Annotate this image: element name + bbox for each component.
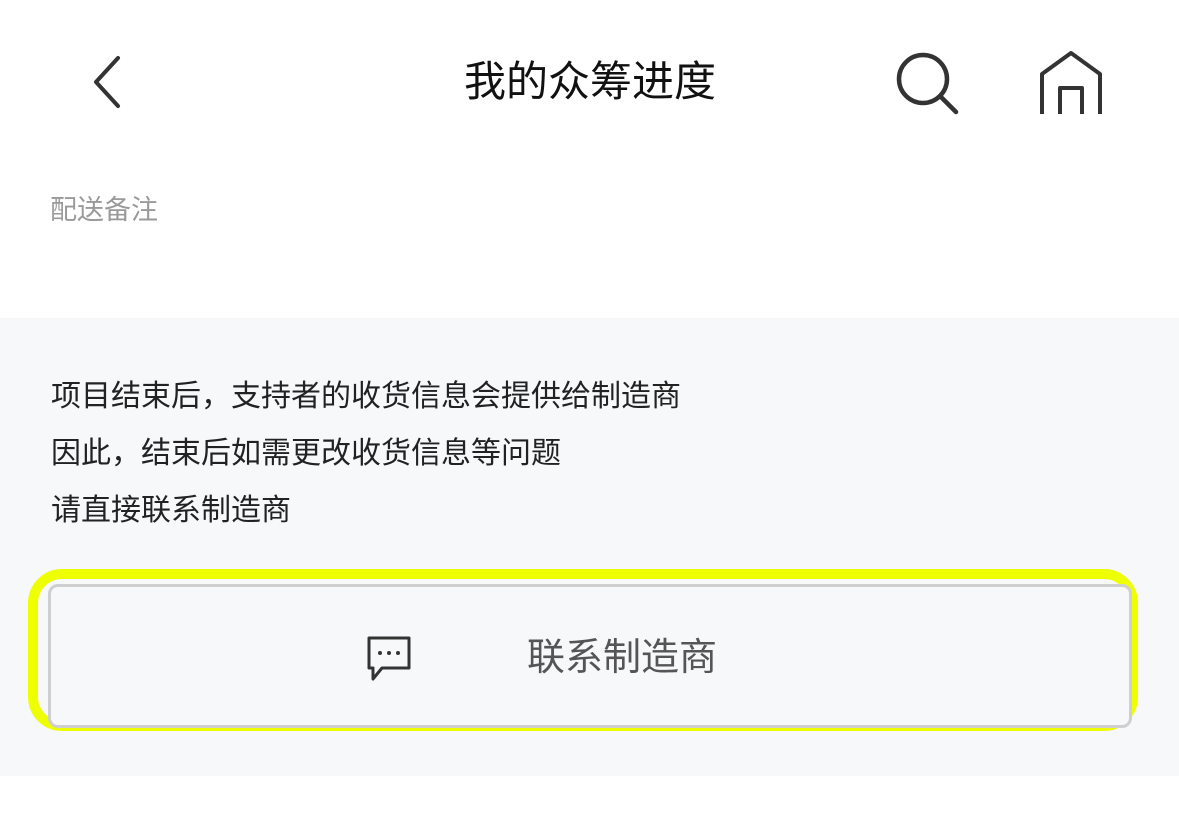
home-button[interactable] <box>1034 46 1108 120</box>
search-button[interactable] <box>890 46 964 120</box>
contact-button-label: 联系制造商 <box>527 635 718 679</box>
info-line: 请直接联系制造商 <box>51 493 291 528</box>
delivery-note-field[interactable]: 配送备注 <box>50 186 330 236</box>
top-bar: 我的众筹进度 <box>0 0 1179 160</box>
chat-bubble-icon <box>367 636 411 681</box>
info-panel: 项目结束后，支持者的收货信息会提供给制造商 因此，结束后如需更改收货信息等问题 … <box>0 318 1179 776</box>
chevron-left-icon <box>94 56 120 108</box>
page-title: 我的众筹进度 <box>463 57 716 106</box>
search-icon <box>896 52 959 115</box>
home-icon <box>1040 51 1102 114</box>
crowdfunding-progress-page: 我的众筹进度 配送备注 项目结束后，支持者的收货信息会提供给制造商 因此，结束后… <box>0 0 1179 814</box>
contact-manufacturer-button[interactable]: 联系制造商 <box>48 584 1132 728</box>
info-line: 因此，结束后如需更改收货信息等问题 <box>51 436 561 471</box>
info-text: 项目结束后，支持者的收货信息会提供给制造商 因此，结束后如需更改收货信息等问题 … <box>51 368 1051 539</box>
back-button[interactable] <box>80 48 136 116</box>
info-line: 项目结束后，支持者的收货信息会提供给制造商 <box>51 379 681 414</box>
